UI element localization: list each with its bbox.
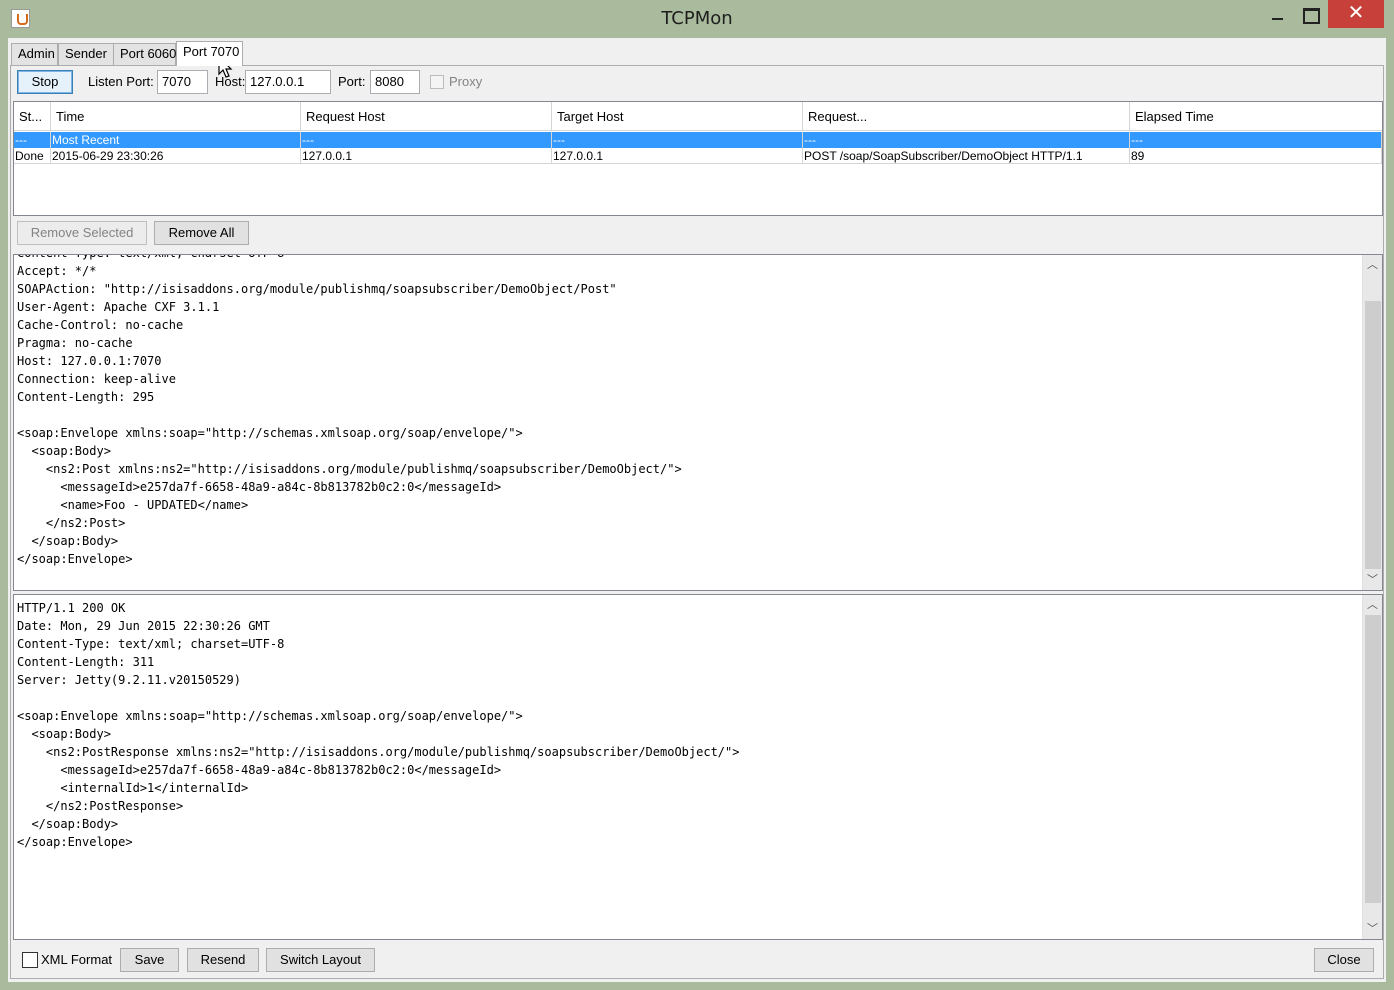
request-text[interactable]: Content-Type: text/xml; charset=UTF-8 Ac… bbox=[17, 255, 682, 568]
cell-time: Most Recent bbox=[51, 132, 301, 148]
scroll-down-icon[interactable]: ﹀ bbox=[1363, 919, 1382, 939]
title-bar[interactable]: TCPMon ✕ bbox=[0, 0, 1394, 38]
host-input[interactable]: 127.0.0.1 bbox=[245, 70, 331, 94]
remove-all-button[interactable]: Remove All bbox=[154, 221, 249, 245]
tab-sender[interactable]: Sender bbox=[58, 43, 114, 65]
proxy-checkbox[interactable] bbox=[430, 75, 444, 89]
column-request-host[interactable]: Request Host bbox=[301, 102, 552, 131]
switch-layout-button[interactable]: Switch Layout bbox=[266, 948, 375, 972]
close-button[interactable]: Close bbox=[1314, 948, 1374, 972]
scroll-down-icon[interactable]: ﹀ bbox=[1363, 570, 1382, 590]
minimize-icon[interactable] bbox=[1263, 0, 1293, 30]
response-scrollbar[interactable]: ︿ ﹀ bbox=[1362, 595, 1382, 939]
maximize-icon[interactable] bbox=[1295, 0, 1325, 30]
close-window-button[interactable]: ✕ bbox=[1328, 0, 1384, 28]
cell-request-host: 127.0.0.1 bbox=[301, 148, 552, 164]
cell-elapsed-time: 89 bbox=[1130, 148, 1382, 164]
scroll-up-icon[interactable]: ︿ bbox=[1363, 595, 1382, 615]
request-scrollbar[interactable]: ︿ ﹀ bbox=[1362, 255, 1382, 590]
cell-status: --- bbox=[14, 132, 51, 148]
cell-target-host: --- bbox=[552, 132, 803, 148]
response-pane[interactable]: HTTP/1.1 200 OK Date: Mon, 29 Jun 2015 2… bbox=[13, 594, 1383, 940]
window-title: TCPMon bbox=[661, 8, 733, 29]
scroll-up-icon[interactable]: ︿ bbox=[1363, 255, 1382, 275]
client-area: Admin Sender Port 6060 Port 7070 Stop Li… bbox=[8, 38, 1386, 982]
save-button[interactable]: Save bbox=[120, 948, 179, 972]
xml-format-checkbox[interactable] bbox=[22, 952, 38, 968]
cell-request-host: --- bbox=[301, 132, 552, 148]
column-elapsed-time[interactable]: Elapsed Time bbox=[1130, 102, 1382, 131]
cell-request: --- bbox=[803, 132, 1130, 148]
cell-target-host: 127.0.0.1 bbox=[552, 148, 803, 164]
remove-selected-button[interactable]: Remove Selected bbox=[17, 221, 147, 245]
resend-button[interactable]: Resend bbox=[187, 948, 259, 972]
port-input[interactable]: 8080 bbox=[370, 70, 420, 94]
listen-port-input[interactable]: 7070 bbox=[157, 70, 208, 94]
tab-port-7070[interactable]: Port 7070 bbox=[176, 41, 243, 66]
cell-status: Done bbox=[14, 148, 51, 164]
port-label: Port: bbox=[338, 74, 366, 89]
tab-port-6060[interactable]: Port 6060 bbox=[113, 43, 176, 65]
response-text[interactable]: HTTP/1.1 200 OK Date: Mon, 29 Jun 2015 2… bbox=[17, 599, 739, 851]
scroll-thumb[interactable] bbox=[1365, 615, 1381, 903]
table-row[interactable]: --- Most Recent --- --- --- --- bbox=[14, 132, 1382, 148]
cell-elapsed-time: --- bbox=[1130, 132, 1382, 148]
tab-admin[interactable]: Admin bbox=[11, 43, 58, 65]
column-target-host[interactable]: Target Host bbox=[552, 102, 803, 131]
column-time[interactable]: Time bbox=[51, 102, 301, 131]
table-row[interactable]: Done 2015-06-29 23:30:26 127.0.0.1 127.0… bbox=[14, 148, 1382, 164]
listen-port-label: Listen Port: bbox=[88, 74, 154, 89]
port-7070-panel: Stop Listen Port: 7070 Host: 127.0.0.1 P… bbox=[10, 65, 1384, 979]
table-header: St... Time Request Host Target Host Requ… bbox=[14, 102, 1382, 131]
close-icon: ✕ bbox=[1347, 2, 1365, 24]
proxy-label: Proxy bbox=[449, 74, 483, 89]
column-status[interactable]: St... bbox=[14, 102, 51, 131]
xml-format-label: XML Format bbox=[41, 952, 113, 967]
column-request[interactable]: Request... bbox=[803, 102, 1130, 131]
request-pane[interactable]: Content-Type: text/xml; charset=UTF-8 Ac… bbox=[13, 254, 1383, 591]
cell-request: POST /soap/SoapSubscriber/DemoObject HTT… bbox=[803, 148, 1130, 164]
scroll-thumb[interactable] bbox=[1365, 301, 1381, 569]
connections-table: St... Time Request Host Target Host Requ… bbox=[13, 101, 1383, 216]
cell-time: 2015-06-29 23:30:26 bbox=[51, 148, 301, 164]
tcpmon-window: TCPMon ✕ Admin Sender Port 6060 Port 707… bbox=[0, 0, 1394, 990]
stop-button[interactable]: Stop bbox=[17, 70, 73, 94]
